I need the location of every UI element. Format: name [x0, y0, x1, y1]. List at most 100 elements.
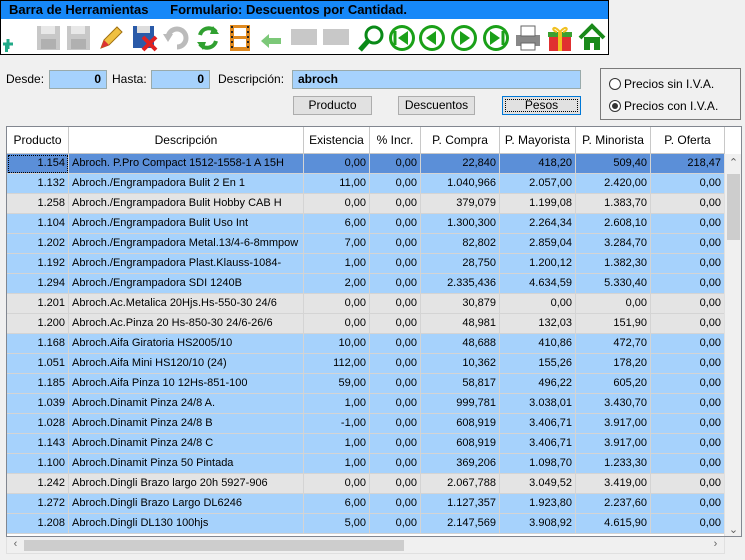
- back-arrow-icon[interactable]: [257, 23, 287, 53]
- table-row[interactable]: 1.104 Abroch./Engrampadora Bulit Uso Int 6…: [7, 214, 725, 234]
- desde-input[interactable]: 0: [49, 70, 107, 89]
- pesos-button[interactable]: Pesos: [502, 96, 581, 115]
- table-row[interactable]: 1.143 Abroch.Dinamit Pinza 24/8 C 1,00 0,00…: [7, 434, 725, 454]
- table-row[interactable]: 1.294 Abroch./Engrampadora SDI 1240B 2,00 0…: [7, 274, 725, 294]
- cell-p-oferta: 0,00: [651, 294, 725, 314]
- table-row[interactable]: 1.168 Abroch.Aifa Giratoria HS2005/10 10,0…: [7, 334, 725, 354]
- desde-label: Desde:: [6, 72, 45, 86]
- table-row[interactable]: 1.100 Abroch.Dinamit Pinza 50 Pintada 1,00…: [7, 454, 725, 474]
- cell-existencia: 0,00: [304, 154, 370, 174]
- film-icon[interactable]: [225, 23, 255, 53]
- cell-incr: 0,00: [370, 374, 421, 394]
- producto-button[interactable]: Producto: [293, 96, 372, 115]
- cell-p-oferta: 0,00: [651, 374, 725, 394]
- cell-existencia: -1,00: [304, 414, 370, 434]
- cell-existencia: 1,00: [304, 454, 370, 474]
- cell-descripcion: Abroch.Dinamit Pinza 24/8 A.: [69, 394, 304, 414]
- cell-p-minorista: 3.419,00: [576, 474, 651, 494]
- horizontal-scrollbar[interactable]: ‹ ›: [6, 537, 725, 554]
- table-row[interactable]: 1.192 Abroch./Engrampadora Plast.Klauss-1…: [7, 254, 725, 274]
- next-icon[interactable]: [449, 23, 479, 53]
- cell-p-minorista: 151,90: [576, 314, 651, 334]
- disk-icon[interactable]: [63, 23, 93, 53]
- cell-incr: 0,00: [370, 334, 421, 354]
- descripcion-input[interactable]: abroch: [292, 70, 581, 89]
- table-row[interactable]: 1.039 Abroch.Dinamit Pinza 24/8 A. 1,00 0,0…: [7, 394, 725, 414]
- cell-existencia: 0,00: [304, 314, 370, 334]
- cell-p-mayorista: 132,03: [500, 314, 576, 334]
- column-header-incr[interactable]: % Incr.: [370, 127, 421, 154]
- table-row[interactable]: 1.185 Abroch.Aifa Pinza 10 12Hs-851-100 59…: [7, 374, 725, 394]
- hasta-input[interactable]: 0: [151, 70, 210, 89]
- cell-incr: 0,00: [370, 354, 421, 374]
- last-icon[interactable]: [481, 23, 511, 53]
- horizontal-scroll-thumb[interactable]: [24, 540, 404, 551]
- table-row[interactable]: 1.202 Abroch./Engrampadora Metal.13/4-6-8…: [7, 234, 725, 254]
- column-header-producto[interactable]: Producto: [7, 127, 69, 154]
- first-icon[interactable]: [387, 23, 417, 53]
- column-header-p-compra[interactable]: P. Compra: [421, 127, 500, 154]
- cell-p-oferta: 0,00: [651, 214, 725, 234]
- cell-descripcion: Abroch./Engrampadora SDI 1240B: [69, 274, 304, 294]
- table-row[interactable]: 1.258 Abroch./Engrampadora Bulit Hobby CA…: [7, 194, 725, 214]
- refresh-icon[interactable]: [193, 23, 223, 53]
- cell-p-minorista: 3.917,00: [576, 434, 651, 454]
- blank-icon[interactable]: [289, 23, 319, 53]
- home-icon[interactable]: [577, 23, 607, 53]
- scroll-right-icon[interactable]: ›: [707, 538, 724, 550]
- cell-p-oferta: 218,47: [651, 154, 725, 174]
- cell-p-oferta: 0,00: [651, 174, 725, 194]
- prev-icon[interactable]: [417, 23, 447, 53]
- cell-producto: 1.201: [7, 294, 69, 314]
- table-row[interactable]: 1.132 Abroch./Engrampadora Bulit 2 En 1 11…: [7, 174, 725, 194]
- cell-incr: 0,00: [370, 394, 421, 414]
- column-header-p-minorista[interactable]: P. Minorista: [576, 127, 651, 154]
- cell-producto: 1.202: [7, 234, 69, 254]
- scroll-up-icon[interactable]: ⌃: [725, 156, 741, 169]
- scroll-left-icon[interactable]: ‹: [7, 538, 24, 550]
- column-header-existencia[interactable]: Existencia: [304, 127, 370, 154]
- column-header-p-mayorista[interactable]: P. Mayorista: [500, 127, 576, 154]
- cell-existencia: 5,00: [304, 514, 370, 534]
- table-row[interactable]: 1.272 Abroch.Dingli Brazo Largo DL6246 6,0…: [7, 494, 725, 514]
- products-grid[interactable]: Producto Descripción Existencia% Incr. P. C…: [6, 126, 742, 537]
- cell-p-minorista: 1.382,30: [576, 254, 651, 274]
- precios-sin-iva-radio[interactable]: Precios sin I.V.A.: [609, 76, 714, 92]
- blank-icon[interactable]: [321, 23, 351, 53]
- cell-descripcion: Abroch.Dingli Brazo Largo DL6246: [69, 494, 304, 514]
- table-row[interactable]: 1.208 Abroch.Dingli DL130 100hjs 5,00 0,00 2…: [7, 514, 725, 534]
- undo-icon[interactable]: [161, 23, 191, 53]
- save-cancel-icon[interactable]: [129, 23, 159, 53]
- table-row[interactable]: 1.028 Abroch.Dinamit Pinza 24/8 B -1,00 0,0…: [7, 414, 725, 434]
- disk-icon[interactable]: [33, 23, 63, 53]
- table-row[interactable]: 1.201 Abroch.Ac.Metalica 20Hjs.Hs-550-30 …: [7, 294, 725, 314]
- cell-p-mayorista: 3.406,71: [500, 414, 576, 434]
- pencil-icon[interactable]: [95, 23, 125, 53]
- cell-incr: 0,00: [370, 274, 421, 294]
- add-icon[interactable]: [1, 23, 31, 53]
- cell-incr: 0,00: [370, 314, 421, 334]
- table-row[interactable]: 1.200 Abroch.Ac.Pinza 20 Hs-850-30 24/6-2…: [7, 314, 725, 334]
- cell-p-minorista: 1.233,30: [576, 454, 651, 474]
- cell-descripcion: Abroch./Engrampadora Metal.13/4-6-8mmpow: [69, 234, 304, 254]
- vertical-scroll-thumb[interactable]: [727, 174, 740, 240]
- cell-p-compra: 369,206: [421, 454, 500, 474]
- vertical-scrollbar[interactable]: ⌃ ⌄: [724, 154, 741, 536]
- search-icon[interactable]: [357, 23, 387, 53]
- gift-icon[interactable]: [545, 23, 575, 53]
- descuentos-button[interactable]: Descuentos: [398, 96, 475, 115]
- cell-descripcion: Abroch.Ac.Pinza 20 Hs-850-30 24/6-26/6: [69, 314, 304, 334]
- precios-con-iva-radio[interactable]: Precios con I.V.A.: [609, 98, 718, 114]
- cell-p-compra: 608,919: [421, 434, 500, 454]
- cell-p-compra: 379,079: [421, 194, 500, 214]
- column-header-p-oferta[interactable]: P. Oferta: [651, 127, 725, 154]
- printer-icon[interactable]: [513, 23, 543, 53]
- table-row[interactable]: 1.242 Abroch.Dingli Brazo largo 20h 5927-…: [7, 474, 725, 494]
- table-row[interactable]: 1.154 Abroch. P.Pro Compact 1512-1558-1 A…: [7, 154, 725, 174]
- cell-p-minorista: 2.420,00: [576, 174, 651, 194]
- table-row[interactable]: 1.051 Abroch.Aifa Mini HS120/10 (24) 112,0…: [7, 354, 725, 374]
- scroll-down-icon[interactable]: ⌄: [725, 523, 741, 536]
- cell-p-minorista: 3.284,70: [576, 234, 651, 254]
- cell-p-compra: 1.127,357: [421, 494, 500, 514]
- column-header-descripcion[interactable]: Descripción: [69, 127, 304, 154]
